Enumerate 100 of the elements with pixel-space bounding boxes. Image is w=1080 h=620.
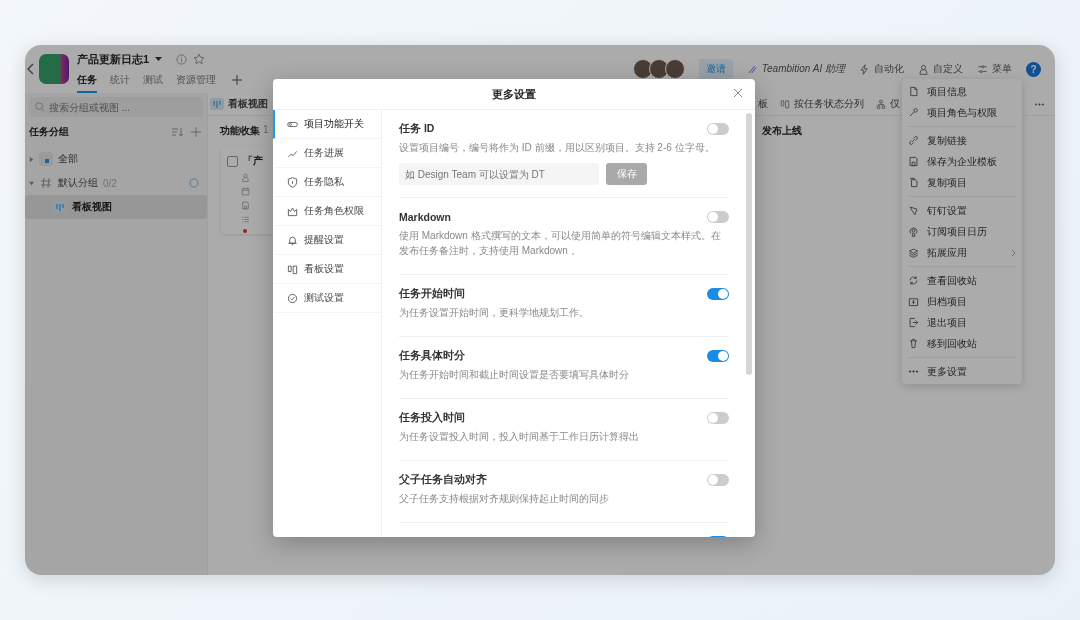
menu-item[interactable]: 退出项目 xyxy=(902,312,1022,333)
nav-item[interactable]: 提醒设置 xyxy=(273,226,381,255)
setting-title: 任务投入时间 xyxy=(399,411,465,425)
avatar[interactable] xyxy=(648,59,669,79)
check-circle-icon xyxy=(287,292,298,304)
avatar[interactable] xyxy=(664,59,685,79)
toggle-knob xyxy=(708,212,718,222)
setting-description: 为任务设置开始时间，更科学地规划工作。 xyxy=(399,306,590,320)
toggle-switch[interactable] xyxy=(707,288,729,300)
menu-item[interactable]: 复制链接 xyxy=(902,130,1022,151)
toggle-switch[interactable] xyxy=(707,350,729,362)
setting-title: 任务具体时分 xyxy=(399,349,465,363)
menu-item[interactable]: 查看回收站 xyxy=(902,270,1022,291)
toggle-switch[interactable] xyxy=(707,211,729,223)
search-field[interactable]: 搜索分组或视图 ... xyxy=(29,97,203,117)
menu-item[interactable]: 拓展应用 xyxy=(902,242,1022,263)
tab[interactable]: 资源管理 xyxy=(176,72,216,93)
setting-description: 使用 Markdown 格式撰写的文本，可以使用简单的符号编辑文本样式。在发布任务备注时，支持使用 Markdown 。 xyxy=(399,229,722,258)
tab[interactable]: 测试 xyxy=(143,72,163,93)
menu-item[interactable]: 钉钉设置 xyxy=(902,200,1022,221)
nav-item[interactable]: 测试设置 xyxy=(273,284,381,313)
copy-icon xyxy=(908,177,919,188)
input-field[interactable]: 如 Design Team 可以设置为 DT xyxy=(399,163,599,185)
toggle-switch[interactable] xyxy=(707,412,729,424)
task-card[interactable]: 「产 xyxy=(221,146,273,234)
person-icon xyxy=(241,173,250,182)
star-icon[interactable] xyxy=(193,53,206,65)
expand-icon[interactable] xyxy=(29,156,34,162)
nav-item[interactable]: 任务隐私 xyxy=(273,168,381,197)
status-dot xyxy=(243,229,247,233)
tree-item[interactable]: 全部 xyxy=(25,147,207,171)
lightning-icon xyxy=(859,63,870,75)
tab[interactable]: 统计 xyxy=(110,72,130,93)
project-logo xyxy=(39,54,69,84)
close-icon[interactable] xyxy=(733,88,743,98)
save-icon xyxy=(241,201,250,210)
search-icon xyxy=(35,102,45,112)
toggle-knob xyxy=(718,351,728,361)
column-count: 1 xyxy=(263,124,269,137)
task-title: 「产 xyxy=(243,154,263,168)
folder-icon xyxy=(39,152,53,166)
dialog-title: 更多设置 xyxy=(492,86,536,102)
menu-item[interactable]: 保存为企业模板 xyxy=(902,151,1022,172)
setting-title: 任务 ID xyxy=(399,122,435,136)
nav-item[interactable]: 看板设置 xyxy=(273,255,381,284)
refresh-icon xyxy=(908,275,919,286)
section-title: 任务分组 xyxy=(29,125,70,139)
info-icon[interactable] xyxy=(176,53,188,65)
add-icon[interactable] xyxy=(191,127,201,137)
menu-item[interactable]: 项目信息 xyxy=(902,81,1022,102)
collapse-icon[interactable] xyxy=(29,180,34,186)
bird-icon xyxy=(908,205,919,216)
nav-item[interactable]: 任务角色权限 xyxy=(273,197,381,226)
layers-icon xyxy=(908,247,919,258)
toggle-knob xyxy=(708,475,718,485)
menu-item[interactable]: 归档项目 xyxy=(902,291,1022,312)
bell-icon xyxy=(287,234,298,246)
add-icon[interactable] xyxy=(232,75,242,85)
toolbar-item[interactable]: 板 xyxy=(758,97,768,111)
customize-button[interactable]: 自定义 xyxy=(918,62,963,76)
toggle-switch[interactable] xyxy=(707,123,729,135)
setting-description: 父子任务支持根据对齐规则保持起止时间的同步 xyxy=(399,492,610,506)
toggle-knob xyxy=(718,289,728,299)
scrollbar[interactable] xyxy=(746,113,752,375)
menu-item[interactable]: 更多设置 xyxy=(902,361,1022,382)
menu-item[interactable]: 复制项目 xyxy=(902,172,1022,193)
menu-button[interactable]: 菜单 xyxy=(977,62,1012,76)
menu-item[interactable]: 项目角色与权限 xyxy=(902,102,1022,123)
avatar[interactable] xyxy=(632,59,653,79)
tree-item[interactable]: 看板视图 xyxy=(25,195,207,219)
toolbar-item[interactable]: 按任务状态分列 xyxy=(780,97,864,111)
toggle-switch[interactable] xyxy=(707,474,729,486)
toggle-knob xyxy=(708,124,718,134)
help-button[interactable]: ? xyxy=(1026,61,1041,77)
nav-item[interactable]: 项目功能开关 xyxy=(273,110,381,139)
trash-icon xyxy=(908,338,919,349)
setting-description: 为任务开始时间和截止时间设置是否要填写具体时分 xyxy=(399,368,630,382)
toolbar-item[interactable]: 仅 xyxy=(876,97,900,111)
menu-item[interactable]: 移到回收站 xyxy=(902,333,1022,354)
project-title[interactable]: 产品更新日志1 xyxy=(77,51,150,67)
chevron-icon xyxy=(1011,248,1016,257)
setting-title: Markdown xyxy=(399,211,451,223)
list-icon xyxy=(241,215,250,224)
sliders-icon xyxy=(977,63,988,75)
nav-item[interactable]: 任务进展 xyxy=(273,139,381,168)
back-icon[interactable] xyxy=(27,63,35,75)
hash-icon xyxy=(39,176,53,190)
view-tab[interactable]: 看板视图 xyxy=(210,97,268,111)
save-icon xyxy=(908,156,919,167)
wand-icon xyxy=(746,63,758,75)
columns-icon xyxy=(287,263,298,275)
automation-button[interactable]: 自动化 xyxy=(859,62,904,76)
checkbox[interactable] xyxy=(227,155,238,167)
sort-icon[interactable] xyxy=(172,127,183,137)
menu-item[interactable]: 订阅项目日历 xyxy=(902,221,1022,242)
caret-icon[interactable] xyxy=(155,56,163,62)
progress-ring-icon xyxy=(189,178,199,188)
setting-description: 为任务设置投入时间，投入时间基于工作日历计算得出 xyxy=(399,430,640,444)
setting-title: 父子任务自动对齐 xyxy=(399,473,487,487)
ai-assistant-button[interactable]: Teambition AI 助理 xyxy=(746,62,845,76)
